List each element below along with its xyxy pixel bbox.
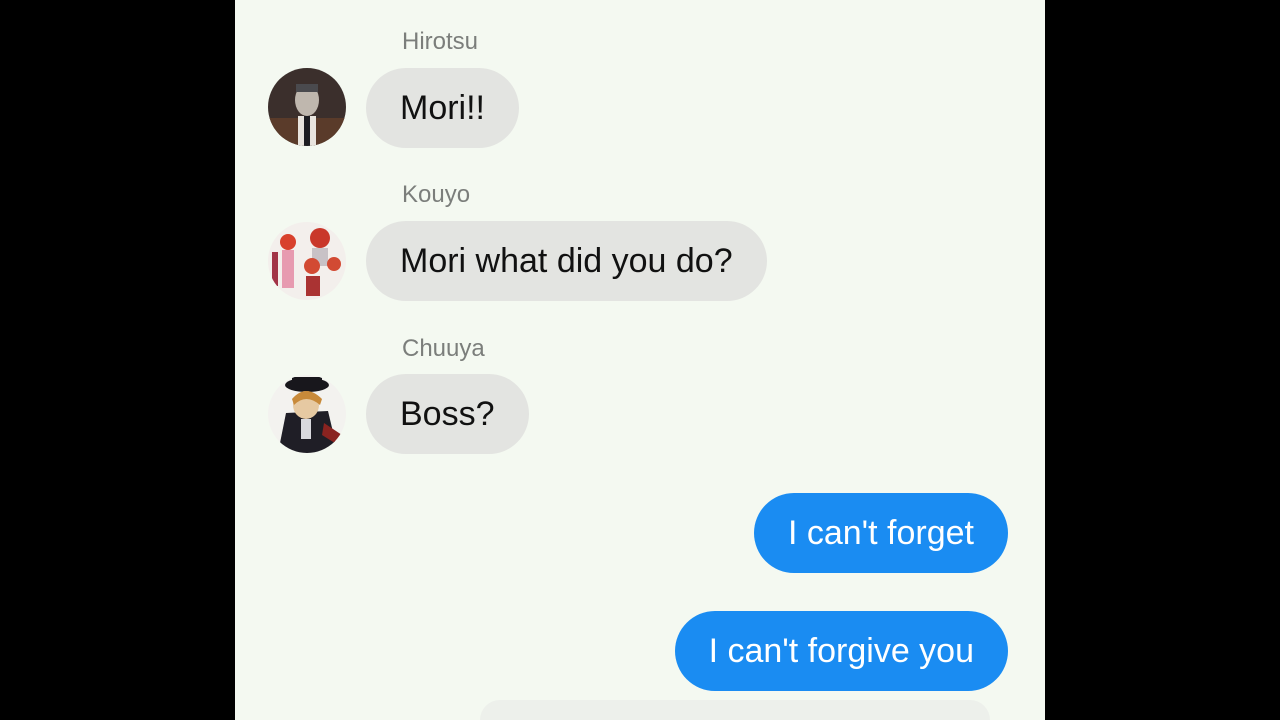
chuuya-avatar-icon[interactable] xyxy=(268,375,346,453)
message-bubble[interactable]: Mori!! xyxy=(366,68,519,148)
sender-name: Chuuya xyxy=(402,335,485,362)
kouyo-avatar-icon[interactable] xyxy=(268,222,346,300)
hirotsu-avatar-icon[interactable] xyxy=(268,68,346,146)
letterbox: Hirotsu Mori!! Kouyo Mori what did you d… xyxy=(0,0,1280,720)
sender-name: Hirotsu xyxy=(402,28,479,55)
message-bubble[interactable]: Mori what did you do? xyxy=(366,221,767,301)
composer-bar[interactable] xyxy=(480,700,990,720)
chat-thread[interactable]: Hirotsu Mori!! Kouyo Mori what did you d… xyxy=(235,0,1045,720)
sent-message-bubble[interactable]: I can't forgive you xyxy=(674,611,1008,691)
sender-name: Kouyo xyxy=(402,181,471,208)
sent-message-bubble[interactable]: I can't forget xyxy=(753,493,1008,573)
message-bubble[interactable]: Boss? xyxy=(366,374,529,454)
